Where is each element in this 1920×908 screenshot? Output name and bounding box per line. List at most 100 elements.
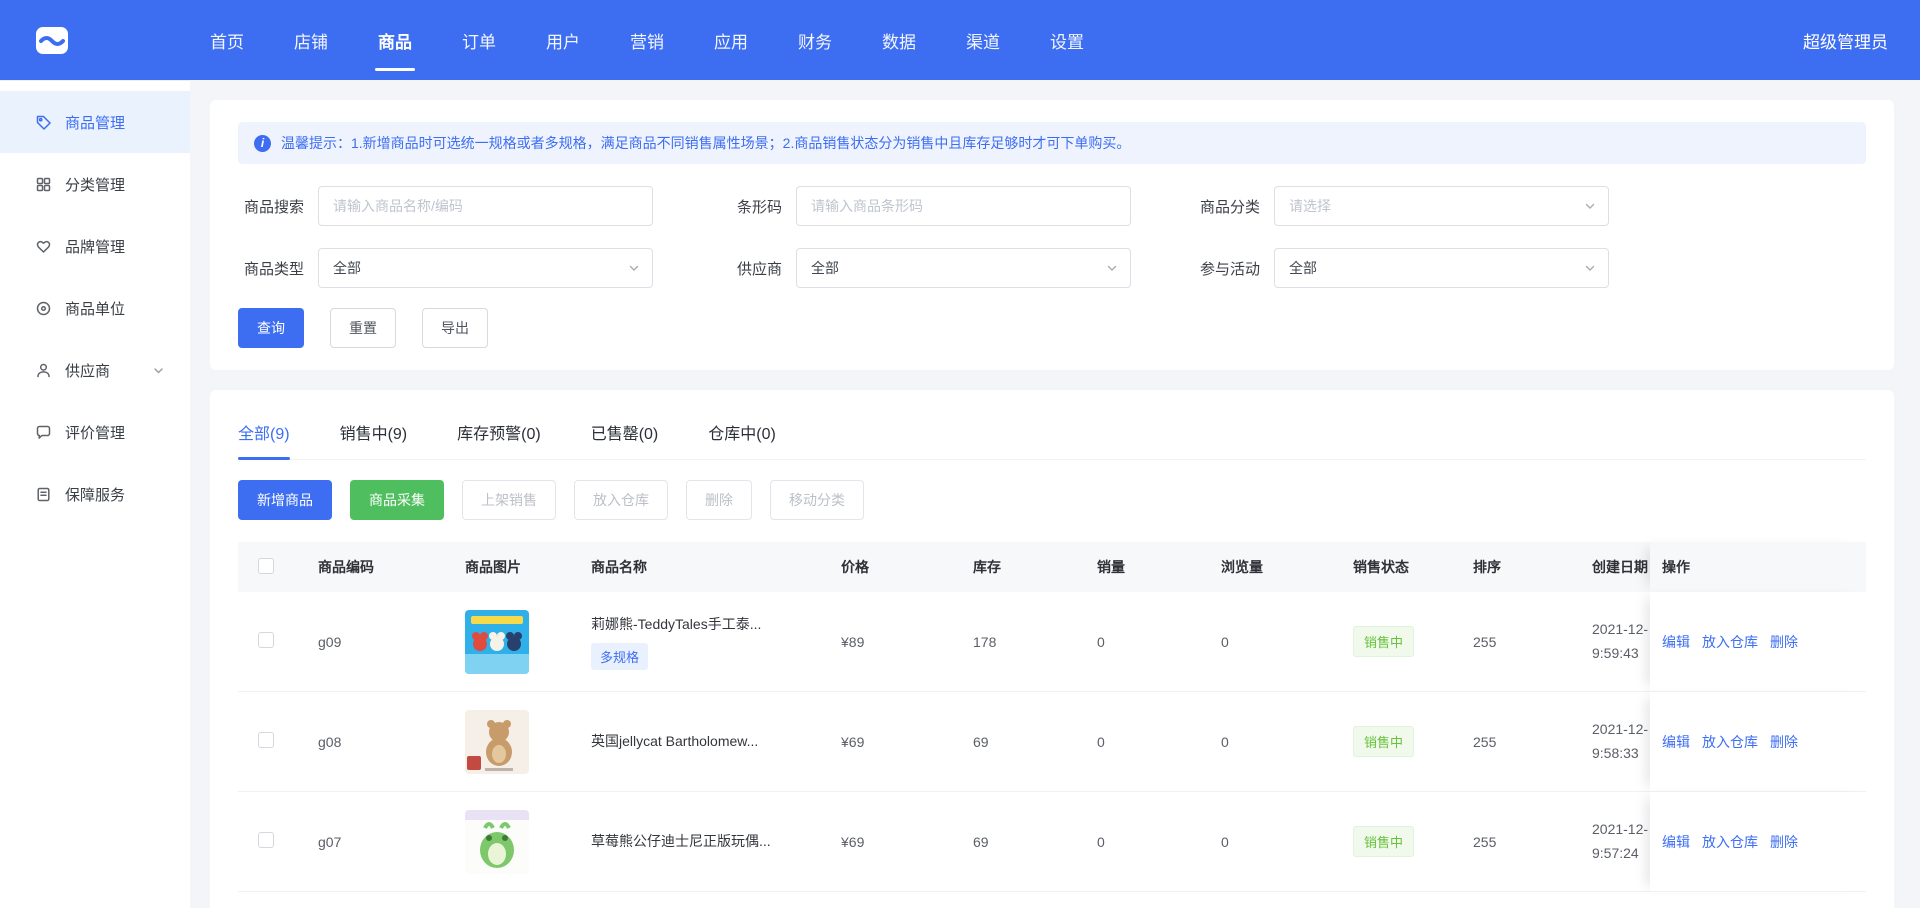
goods-sort: 255 (1461, 692, 1580, 792)
goods-created: 2021-12-9:58:33 (1580, 692, 1650, 792)
tab-stock-warning[interactable]: 库存预警(0) (457, 404, 541, 459)
goods-code: g09 (306, 592, 453, 692)
sidebar-item-label: 分类管理 (65, 174, 125, 195)
sidebar-item-review-manage[interactable]: 评价管理 (0, 401, 190, 463)
header-image: 商品图片 (453, 542, 579, 592)
move-to-warehouse-button[interactable]: 放入仓库 (574, 480, 668, 520)
chevron-down-icon (628, 262, 640, 274)
row-actions: 编辑放入仓库删除 (1650, 692, 1866, 792)
header-price: 价格 (829, 542, 961, 592)
nav-item-users[interactable]: 用户 (546, 0, 580, 80)
supplier-icon (34, 361, 52, 379)
nav-item-shop[interactable]: 店铺 (294, 0, 328, 80)
field-supplier: 供应商 全部 (716, 248, 1194, 288)
sidebar: 商品管理 分类管理 品牌管理 商品单位 供应商 评价管理 (0, 80, 190, 908)
select-all-checkbox[interactable] (258, 558, 274, 574)
status-badge: 销售中 (1353, 626, 1414, 657)
supplier-select[interactable]: 全部 (796, 248, 1131, 288)
header-sales: 销量 (1085, 542, 1209, 592)
nav-item-marketing[interactable]: 营销 (630, 0, 664, 80)
supplier-label: 供应商 (716, 258, 796, 279)
tab-on-sale[interactable]: 销售中(9) (340, 404, 408, 459)
activity-label: 参与活动 (1194, 258, 1274, 279)
sidebar-item-label: 品牌管理 (65, 236, 125, 257)
goods-type-value: 全部 (333, 258, 361, 278)
to-warehouse-link[interactable]: 放入仓库 (1702, 834, 1758, 850)
sidebar-item-label: 供应商 (65, 360, 110, 381)
sidebar-item-label: 商品单位 (65, 298, 125, 319)
nav-item-goods[interactable]: 商品 (378, 0, 412, 80)
activity-value: 全部 (1289, 258, 1317, 278)
edit-link[interactable]: 编辑 (1662, 834, 1690, 850)
delete-button[interactable]: 删除 (686, 480, 752, 520)
nav-item-finance[interactable]: 财务 (798, 0, 832, 80)
goods-category-value: 请选择 (1289, 196, 1331, 216)
sidebar-item-goods-unit[interactable]: 商品单位 (0, 277, 190, 339)
notice-text: 温馨提示：1.新增商品时可选统一规格或者多规格，满足商品不同销售属性场景；2.商… (281, 133, 1130, 153)
goods-stock: 69 (961, 692, 1085, 792)
nav-item-apps[interactable]: 应用 (714, 0, 748, 80)
goods-name: 莉娜熊-TeddyTales手工泰... (591, 614, 829, 635)
top-navbar: 首页 店铺 商品 订单 用户 营销 应用 财务 数据 渠道 设置 超级管理员 (0, 0, 1920, 80)
header-views: 浏览量 (1209, 542, 1341, 592)
to-warehouse-link[interactable]: 放入仓库 (1702, 634, 1758, 650)
reset-button[interactable]: 重置 (330, 308, 396, 348)
goods-category-select[interactable]: 请选择 (1274, 186, 1609, 226)
activity-select[interactable]: 全部 (1274, 248, 1609, 288)
tab-sold-out[interactable]: 已售罄(0) (591, 404, 659, 459)
field-activity: 参与活动 全部 (1194, 248, 1672, 288)
row-checkbox[interactable] (258, 632, 274, 648)
goods-search-input[interactable] (318, 186, 653, 226)
to-warehouse-link[interactable]: 放入仓库 (1702, 734, 1758, 750)
nav-item-settings[interactable]: 设置 (1050, 0, 1084, 80)
brand-logo-icon (32, 20, 72, 60)
chevron-down-icon (1106, 262, 1118, 274)
nav-item-orders[interactable]: 订单 (462, 0, 496, 80)
collect-goods-button[interactable]: 商品采集 (350, 480, 444, 520)
header-created: 创建日期 (1580, 542, 1650, 592)
goods-search-label: 商品搜索 (238, 196, 318, 217)
barcode-label: 条形码 (716, 196, 796, 217)
export-button[interactable]: 导出 (422, 308, 488, 348)
row-checkbox[interactable] (258, 732, 274, 748)
edit-link[interactable]: 编辑 (1662, 734, 1690, 750)
table-header-row: 商品编码 商品图片 商品名称 价格 库存 销量 浏览量 销售状态 排序 创建日期… (238, 542, 1866, 592)
goods-sales: 0 (1085, 792, 1209, 892)
add-goods-button[interactable]: 新增商品 (238, 480, 332, 520)
goods-icon (34, 113, 52, 131)
goods-stock: 69 (961, 792, 1085, 892)
nav-item-home[interactable]: 首页 (210, 0, 244, 80)
filter-row-1: 商品搜索 条形码 商品分类 请选择 (238, 186, 1866, 226)
search-button[interactable]: 查询 (238, 308, 304, 348)
row-checkbox[interactable] (258, 832, 274, 848)
sidebar-item-goods-manage[interactable]: 商品管理 (0, 91, 190, 153)
header-code: 商品编码 (306, 542, 453, 592)
tab-in-warehouse[interactable]: 仓库中(0) (708, 404, 776, 459)
sidebar-item-label: 商品管理 (65, 112, 125, 133)
info-icon: i (254, 135, 271, 152)
sidebar-item-category-manage[interactable]: 分类管理 (0, 153, 190, 215)
goods-list-card: 全部(9) 销售中(9) 库存预警(0) 已售罄(0) 仓库中(0) 新增商品 … (210, 390, 1894, 908)
delete-link[interactable]: 删除 (1770, 734, 1798, 750)
move-category-button[interactable]: 移动分类 (770, 480, 864, 520)
table-row: g07 草莓熊公仔迪士尼正版玩偶... ¥69 69 0 0 销售中 255 (238, 792, 1866, 892)
tab-all[interactable]: 全部(9) (238, 404, 290, 459)
delete-link[interactable]: 删除 (1770, 634, 1798, 650)
header-sort: 排序 (1461, 542, 1580, 592)
sidebar-item-brand-manage[interactable]: 品牌管理 (0, 215, 190, 277)
current-user[interactable]: 超级管理员 (1803, 28, 1888, 53)
sidebar-item-supplier[interactable]: 供应商 (0, 339, 190, 401)
nav-item-data[interactable]: 数据 (882, 0, 916, 80)
filter-card: i 温馨提示：1.新增商品时可选统一规格或者多规格，满足商品不同销售属性场景；2… (210, 100, 1894, 370)
main-content: i 温馨提示：1.新增商品时可选统一规格或者多规格，满足商品不同销售属性场景；2… (190, 80, 1920, 908)
edit-link[interactable]: 编辑 (1662, 634, 1690, 650)
sidebar-item-guarantee-service[interactable]: 保障服务 (0, 463, 190, 525)
brand-logo[interactable] (30, 18, 74, 62)
goods-views: 0 (1209, 792, 1341, 892)
delete-link[interactable]: 删除 (1770, 834, 1798, 850)
put-on-sale-button[interactable]: 上架销售 (462, 480, 556, 520)
barcode-input[interactable] (796, 186, 1131, 226)
goods-type-select[interactable]: 全部 (318, 248, 653, 288)
goods-type-label: 商品类型 (238, 258, 318, 279)
nav-item-channels[interactable]: 渠道 (966, 0, 1000, 80)
